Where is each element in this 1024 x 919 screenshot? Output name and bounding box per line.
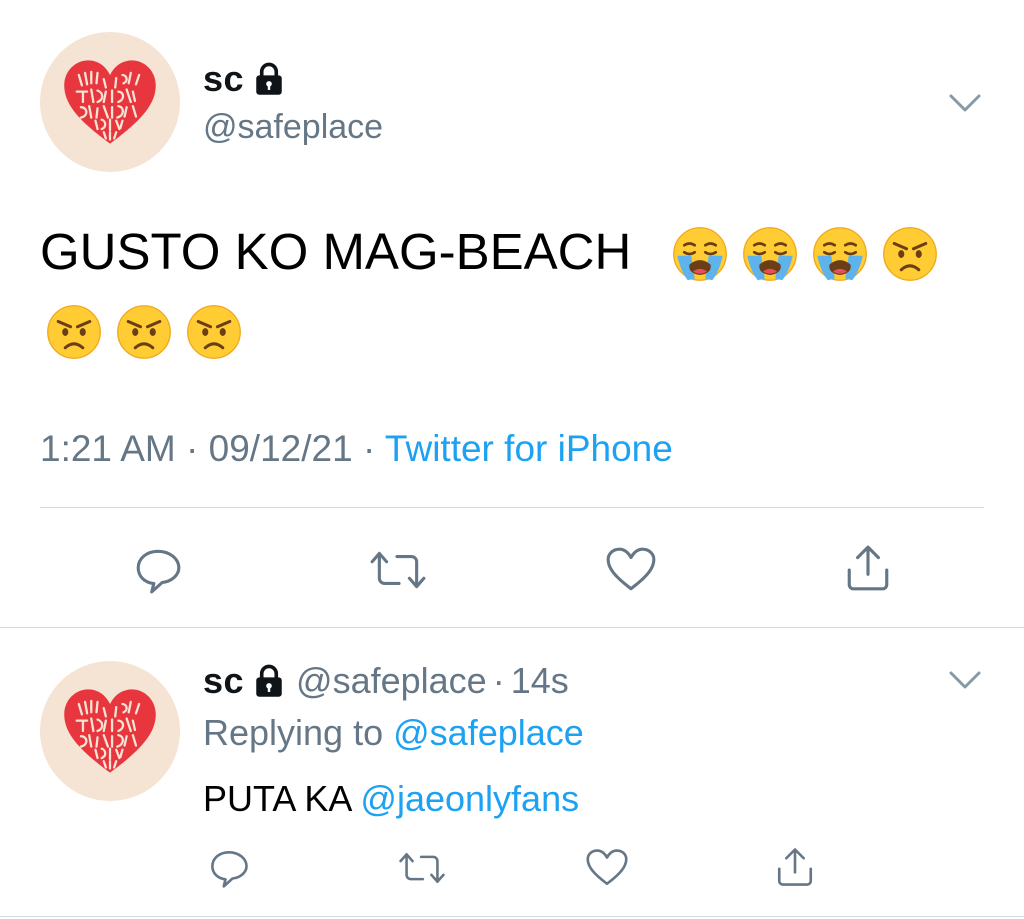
retweet-icon xyxy=(369,545,427,595)
separator-dot: · xyxy=(186,428,199,469)
angry-face-icon xyxy=(46,304,102,360)
avatar[interactable] xyxy=(40,661,180,801)
reply-header: sc @safeplace · 14s xyxy=(203,660,569,702)
share-button[interactable] xyxy=(772,844,818,890)
reply-icon xyxy=(133,545,183,595)
heart-logo-icon xyxy=(58,679,162,783)
tweet-time-ago[interactable]: 14s xyxy=(511,660,569,702)
retweet-button[interactable] xyxy=(396,845,448,891)
lock-icon xyxy=(254,664,284,698)
author-name[interactable]: sc xyxy=(203,58,284,100)
author-display-name[interactable]: sc xyxy=(203,660,244,702)
share-icon xyxy=(774,846,816,888)
author-display-name: sc xyxy=(203,58,245,99)
angry-face-icon xyxy=(882,226,938,282)
avatar[interactable] xyxy=(40,32,180,172)
replying-to: Replying to @safeplace xyxy=(203,712,584,754)
reply-button[interactable] xyxy=(206,845,252,891)
share-icon xyxy=(843,543,893,593)
separator-dot: · xyxy=(362,428,376,469)
like-button[interactable] xyxy=(584,845,630,891)
divider xyxy=(40,507,984,508)
heart-logo-icon xyxy=(58,50,162,154)
tweet-source-link[interactable]: Twitter for iPhone xyxy=(385,428,673,469)
reply-text-body: PUTA KA xyxy=(203,778,351,819)
share-button[interactable] xyxy=(838,538,898,598)
reply-text: PUTA KA @jaeonlyfans xyxy=(203,778,579,820)
divider xyxy=(0,627,1024,628)
chevron-down-icon[interactable] xyxy=(945,665,985,695)
mention-link[interactable]: @jaeonlyfans xyxy=(360,778,579,819)
emoji-row xyxy=(672,226,938,282)
tweet-time: 1:21 AM xyxy=(40,428,176,469)
loudly-crying-face-icon xyxy=(812,226,868,282)
loudly-crying-face-icon xyxy=(672,226,728,282)
like-icon xyxy=(604,545,658,595)
tweet-text: GUSTO KO MAG-BEACH xyxy=(40,223,632,280)
tweet-meta: 1:21 AM · 09/12/21 · Twitter for iPhone xyxy=(40,428,673,470)
like-icon xyxy=(584,847,630,889)
divider xyxy=(0,916,1024,917)
chevron-down-icon[interactable] xyxy=(945,88,985,118)
retweet-button[interactable] xyxy=(366,540,430,600)
angry-face-icon xyxy=(116,304,172,360)
reply-button[interactable] xyxy=(128,540,188,600)
replying-to-mention[interactable]: @safeplace xyxy=(393,712,584,753)
author-handle[interactable]: @safeplace xyxy=(203,108,383,147)
angry-face-icon xyxy=(186,304,242,360)
loudly-crying-face-icon xyxy=(742,226,798,282)
retweet-icon xyxy=(398,847,446,889)
separator-dot: · xyxy=(492,660,505,701)
emoji-row xyxy=(46,304,242,360)
replying-to-label: Replying to xyxy=(203,712,384,753)
lock-icon xyxy=(254,62,284,96)
reply-icon xyxy=(208,847,250,889)
tweet-date: 09/12/21 xyxy=(208,428,353,469)
author-handle[interactable]: @safeplace xyxy=(296,660,487,702)
like-button[interactable] xyxy=(601,540,661,600)
